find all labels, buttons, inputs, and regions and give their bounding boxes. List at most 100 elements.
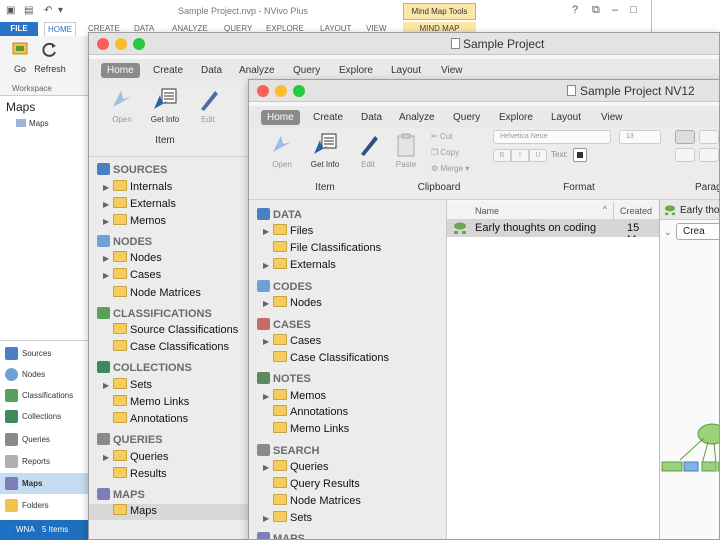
tab-data[interactable]: Data: [195, 63, 228, 78]
tree-item-maps[interactable]: Maps: [89, 504, 248, 521]
close-button[interactable]: [97, 38, 109, 50]
copy-button[interactable]: ❐ Copy: [431, 148, 471, 157]
tree-item-memos[interactable]: ▶ Memos: [89, 213, 248, 230]
tree-item-annotations[interactable]: Annotations: [89, 412, 248, 428]
nav-item-queries[interactable]: Queries: [0, 429, 88, 450]
detail-tab[interactable]: Early tho: [660, 200, 719, 220]
tree-item-cases[interactable]: ▶ Cases: [249, 333, 446, 350]
bold-button[interactable]: B: [493, 149, 511, 162]
disclosure-triangle-icon[interactable]: ▶: [103, 453, 113, 462]
maximize-icon[interactable]: □: [630, 4, 637, 16]
tab-query[interactable]: Query: [447, 110, 486, 125]
tab-view[interactable]: View: [595, 110, 629, 125]
close-button[interactable]: [257, 85, 269, 97]
disclosure-triangle-icon[interactable]: ▶: [103, 200, 113, 209]
tree-item-memos[interactable]: ▶ Memos: [249, 388, 446, 405]
disclosure-triangle-icon[interactable]: ▶: [263, 337, 273, 346]
section-header-maps[interactable]: MAPS: [257, 532, 305, 539]
section-header-nodes[interactable]: NODES: [97, 234, 152, 248]
tab-layout[interactable]: Layout: [385, 63, 427, 78]
tree-item-sets[interactable]: ▶ Sets: [89, 377, 248, 394]
disclosure-triangle-icon[interactable]: ▶: [103, 183, 113, 192]
minimize-button[interactable]: [115, 38, 127, 50]
disclosure-triangle-icon[interactable]: ▶: [263, 227, 273, 236]
tab-data[interactable]: Data: [355, 110, 388, 125]
tab-create[interactable]: Create: [147, 63, 189, 78]
open-button[interactable]: Open: [265, 132, 299, 169]
tab-file[interactable]: FILE: [0, 22, 38, 36]
font-size-select[interactable]: 13: [619, 130, 661, 144]
underline-button[interactable]: U: [529, 149, 547, 162]
section-header-data[interactable]: DATA: [257, 208, 302, 221]
section-header-classifications[interactable]: CLASSIFICATIONS: [97, 306, 212, 320]
help-icon[interactable]: ?: [572, 4, 578, 16]
table-row[interactable]: Early thoughts on coding 15 Mar: [447, 220, 659, 246]
nav-item-classifications[interactable]: Classifications: [0, 385, 88, 406]
detail-dropdown-icon[interactable]: ⌄: [664, 227, 672, 238]
column-header-created[interactable]: Created: [620, 206, 652, 216]
sort-ascending-icon[interactable]: ^: [603, 205, 607, 214]
section-header-codes[interactable]: CODES: [257, 279, 312, 293]
text-color-well[interactable]: [573, 148, 587, 162]
refresh-button[interactable]: Refresh: [32, 40, 68, 74]
nav-item-sources[interactable]: Sources: [0, 343, 88, 364]
align-justify-button[interactable]: [699, 130, 719, 144]
tree-item-files[interactable]: ▶ Files: [249, 224, 446, 240]
disclosure-triangle-icon[interactable]: ▶: [263, 261, 273, 270]
tree-item-internals[interactable]: ▶ Internals: [89, 179, 248, 196]
disclosure-triangle-icon[interactable]: ▶: [263, 514, 273, 523]
tree-item-case-classifications[interactable]: Case Classifications: [249, 350, 446, 367]
undo-icon[interactable]: ↶: [44, 5, 52, 16]
tree-item-node-matrices[interactable]: Node Matrices: [89, 285, 248, 302]
maps-folder-item[interactable]: Maps: [16, 119, 49, 128]
tree-item-externals[interactable]: ▶ Externals: [89, 196, 248, 213]
save-icon[interactable]: ▤: [24, 5, 33, 16]
nav-item-nodes[interactable]: Nodes: [0, 364, 88, 385]
disclosure-triangle-icon[interactable]: ▶: [263, 392, 273, 401]
tab-explore[interactable]: Explore: [493, 110, 539, 125]
tree-item-externals[interactable]: ▶ Externals: [249, 257, 446, 274]
tab-home[interactable]: Home: [261, 110, 300, 125]
nav-item-maps[interactable]: Maps: [0, 473, 88, 494]
zoom-button[interactable]: [293, 85, 305, 97]
nav-item-reports[interactable]: Reports: [0, 451, 88, 472]
paste-button[interactable]: Paste: [391, 132, 421, 169]
tree-item-nodes[interactable]: ▶ Nodes: [249, 295, 446, 312]
minimize-icon[interactable]: –: [612, 4, 618, 16]
tree-item-memo-links[interactable]: Memo Links: [249, 422, 446, 438]
tree-item-queries[interactable]: ▶ Queries: [249, 460, 446, 476]
align-center-button[interactable]: [675, 148, 695, 162]
align-left-button[interactable]: [675, 130, 695, 144]
column-header-name[interactable]: Name: [475, 206, 499, 216]
tree-item-annotations[interactable]: Annotations: [249, 405, 446, 421]
disclosure-triangle-icon[interactable]: ▶: [103, 381, 113, 390]
font-name-select[interactable]: Helvetica Neue: [493, 130, 611, 144]
tree-item-nodes[interactable]: ▶ Nodes: [89, 251, 248, 267]
nav-item-collections[interactable]: Collections: [0, 406, 88, 427]
tree-item-queries[interactable]: ▶ Queries: [89, 449, 248, 466]
italic-button[interactable]: I: [511, 149, 529, 162]
restore-ribbon-icon[interactable]: ⧉: [592, 4, 600, 17]
get-info-button[interactable]: Get Info: [147, 87, 183, 124]
tree-item-query-results[interactable]: Query Results: [249, 477, 446, 493]
section-header-collections[interactable]: COLLECTIONS: [97, 361, 192, 374]
tree-item-cases[interactable]: ▶ Cases: [89, 268, 248, 284]
section-header-queries[interactable]: QUERIES: [97, 433, 163, 446]
tree-item-file-classifications[interactable]: File Classifications: [249, 241, 446, 257]
tab-analyze[interactable]: Analyze: [393, 110, 441, 125]
disclosure-triangle-icon[interactable]: ▶: [263, 299, 273, 308]
tab-home[interactable]: Home: [101, 63, 140, 78]
tab-query[interactable]: Query: [287, 63, 326, 78]
tree-item-node-matrices[interactable]: Node Matrices: [249, 493, 446, 510]
edit-button[interactable]: Edit: [353, 132, 383, 169]
merge-button[interactable]: ⚙ Merge ▾: [431, 164, 477, 173]
tab-view[interactable]: View: [435, 63, 469, 78]
nav-item-folders[interactable]: Folders: [0, 495, 88, 516]
edit-button[interactable]: Edit: [193, 87, 223, 124]
mind-map-diagram[interactable]: [660, 410, 720, 490]
tab-home[interactable]: HOME: [44, 22, 76, 36]
tree-item-source-classifications[interactable]: Source Classifications: [89, 323, 248, 339]
zoom-button[interactable]: [133, 38, 145, 50]
tree-item-results[interactable]: Results: [89, 466, 248, 483]
section-header-sources[interactable]: SOURCES: [97, 163, 167, 176]
